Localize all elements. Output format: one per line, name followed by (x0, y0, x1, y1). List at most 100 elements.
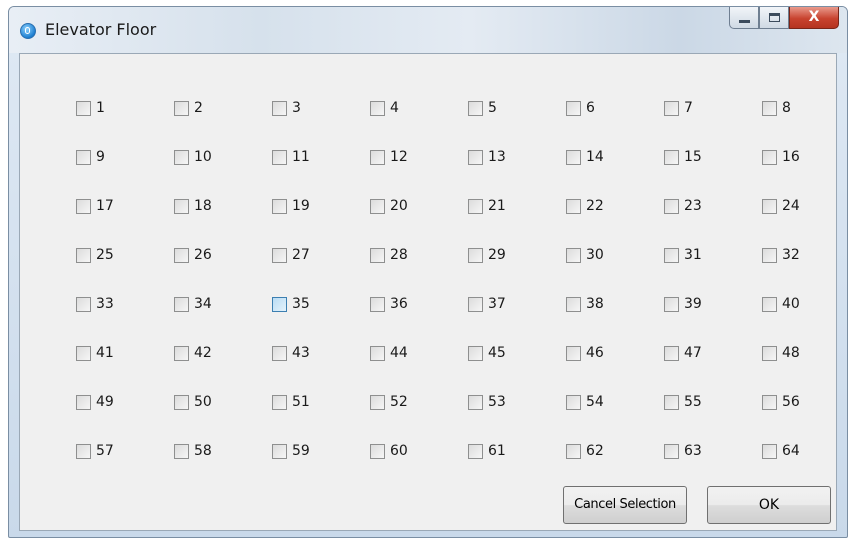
floor-checkbox-3[interactable]: 3 (272, 98, 370, 147)
checkbox-box[interactable] (762, 199, 777, 214)
checkbox-box[interactable] (468, 395, 483, 410)
checkbox-box[interactable] (664, 395, 679, 410)
checkbox-box[interactable] (272, 199, 287, 214)
floor-checkbox-31[interactable]: 31 (664, 245, 762, 294)
floor-checkbox-49[interactable]: 49 (76, 392, 174, 441)
floor-checkbox-54[interactable]: 54 (566, 392, 664, 441)
floor-checkbox-9[interactable]: 9 (76, 147, 174, 196)
floor-checkbox-28[interactable]: 28 (370, 245, 468, 294)
checkbox-box[interactable] (468, 199, 483, 214)
floor-checkbox-39[interactable]: 39 (664, 294, 762, 343)
floor-checkbox-5[interactable]: 5 (468, 98, 566, 147)
floor-checkbox-60[interactable]: 60 (370, 441, 468, 490)
floor-checkbox-40[interactable]: 40 (762, 294, 847, 343)
checkbox-box[interactable] (174, 297, 189, 312)
checkbox-box[interactable] (664, 248, 679, 263)
floor-checkbox-4[interactable]: 4 (370, 98, 468, 147)
checkbox-box[interactable] (468, 150, 483, 165)
floor-checkbox-64[interactable]: 64 (762, 441, 847, 490)
checkbox-box[interactable] (566, 297, 581, 312)
floor-checkbox-59[interactable]: 59 (272, 441, 370, 490)
checkbox-box[interactable] (272, 297, 287, 312)
floor-checkbox-14[interactable]: 14 (566, 147, 664, 196)
floor-checkbox-12[interactable]: 12 (370, 147, 468, 196)
floor-checkbox-8[interactable]: 8 (762, 98, 847, 147)
floor-checkbox-18[interactable]: 18 (174, 196, 272, 245)
checkbox-box[interactable] (566, 150, 581, 165)
floor-checkbox-34[interactable]: 34 (174, 294, 272, 343)
floor-checkbox-20[interactable]: 20 (370, 196, 468, 245)
checkbox-box[interactable] (370, 150, 385, 165)
checkbox-box[interactable] (174, 444, 189, 459)
checkbox-box[interactable] (566, 395, 581, 410)
checkbox-box[interactable] (468, 297, 483, 312)
checkbox-box[interactable] (174, 248, 189, 263)
checkbox-box[interactable] (566, 346, 581, 361)
checkbox-box[interactable] (468, 346, 483, 361)
floor-checkbox-44[interactable]: 44 (370, 343, 468, 392)
checkbox-box[interactable] (76, 101, 91, 116)
checkbox-box[interactable] (272, 101, 287, 116)
floor-checkbox-51[interactable]: 51 (272, 392, 370, 441)
checkbox-box[interactable] (370, 346, 385, 361)
floor-checkbox-13[interactable]: 13 (468, 147, 566, 196)
floor-checkbox-35[interactable]: 35 (272, 294, 370, 343)
checkbox-box[interactable] (370, 101, 385, 116)
checkbox-box[interactable] (762, 395, 777, 410)
floor-checkbox-30[interactable]: 30 (566, 245, 664, 294)
floor-checkbox-56[interactable]: 56 (762, 392, 847, 441)
floor-checkbox-29[interactable]: 29 (468, 245, 566, 294)
checkbox-box[interactable] (468, 248, 483, 263)
checkbox-box[interactable] (664, 444, 679, 459)
floor-checkbox-62[interactable]: 62 (566, 441, 664, 490)
checkbox-box[interactable] (762, 101, 777, 116)
checkbox-box[interactable] (664, 101, 679, 116)
floor-checkbox-2[interactable]: 2 (174, 98, 272, 147)
floor-checkbox-38[interactable]: 38 (566, 294, 664, 343)
checkbox-box[interactable] (174, 199, 189, 214)
checkbox-box[interactable] (664, 297, 679, 312)
floor-checkbox-21[interactable]: 21 (468, 196, 566, 245)
checkbox-box[interactable] (370, 297, 385, 312)
checkbox-box[interactable] (762, 248, 777, 263)
minimize-button[interactable] (729, 7, 759, 29)
floor-checkbox-19[interactable]: 19 (272, 196, 370, 245)
floor-checkbox-63[interactable]: 63 (664, 441, 762, 490)
floor-checkbox-46[interactable]: 46 (566, 343, 664, 392)
checkbox-box[interactable] (664, 150, 679, 165)
checkbox-box[interactable] (370, 248, 385, 263)
checkbox-box[interactable] (174, 150, 189, 165)
checkbox-box[interactable] (370, 395, 385, 410)
floor-checkbox-45[interactable]: 45 (468, 343, 566, 392)
floor-checkbox-26[interactable]: 26 (174, 245, 272, 294)
floor-checkbox-32[interactable]: 32 (762, 245, 847, 294)
checkbox-box[interactable] (762, 444, 777, 459)
checkbox-box[interactable] (762, 150, 777, 165)
checkbox-box[interactable] (762, 346, 777, 361)
floor-checkbox-22[interactable]: 22 (566, 196, 664, 245)
checkbox-box[interactable] (468, 101, 483, 116)
floor-checkbox-57[interactable]: 57 (76, 441, 174, 490)
floor-checkbox-50[interactable]: 50 (174, 392, 272, 441)
floor-checkbox-27[interactable]: 27 (272, 245, 370, 294)
floor-checkbox-53[interactable]: 53 (468, 392, 566, 441)
checkbox-box[interactable] (174, 346, 189, 361)
checkbox-box[interactable] (76, 444, 91, 459)
checkbox-box[interactable] (76, 395, 91, 410)
floor-checkbox-52[interactable]: 52 (370, 392, 468, 441)
floor-checkbox-25[interactable]: 25 (76, 245, 174, 294)
floor-checkbox-48[interactable]: 48 (762, 343, 847, 392)
floor-checkbox-33[interactable]: 33 (76, 294, 174, 343)
checkbox-box[interactable] (272, 150, 287, 165)
floor-checkbox-11[interactable]: 11 (272, 147, 370, 196)
checkbox-box[interactable] (664, 199, 679, 214)
checkbox-box[interactable] (272, 395, 287, 410)
floor-checkbox-37[interactable]: 37 (468, 294, 566, 343)
checkbox-box[interactable] (174, 101, 189, 116)
checkbox-box[interactable] (566, 444, 581, 459)
floor-checkbox-16[interactable]: 16 (762, 147, 847, 196)
checkbox-box[interactable] (76, 199, 91, 214)
checkbox-box[interactable] (762, 297, 777, 312)
checkbox-box[interactable] (566, 101, 581, 116)
checkbox-box[interactable] (272, 444, 287, 459)
